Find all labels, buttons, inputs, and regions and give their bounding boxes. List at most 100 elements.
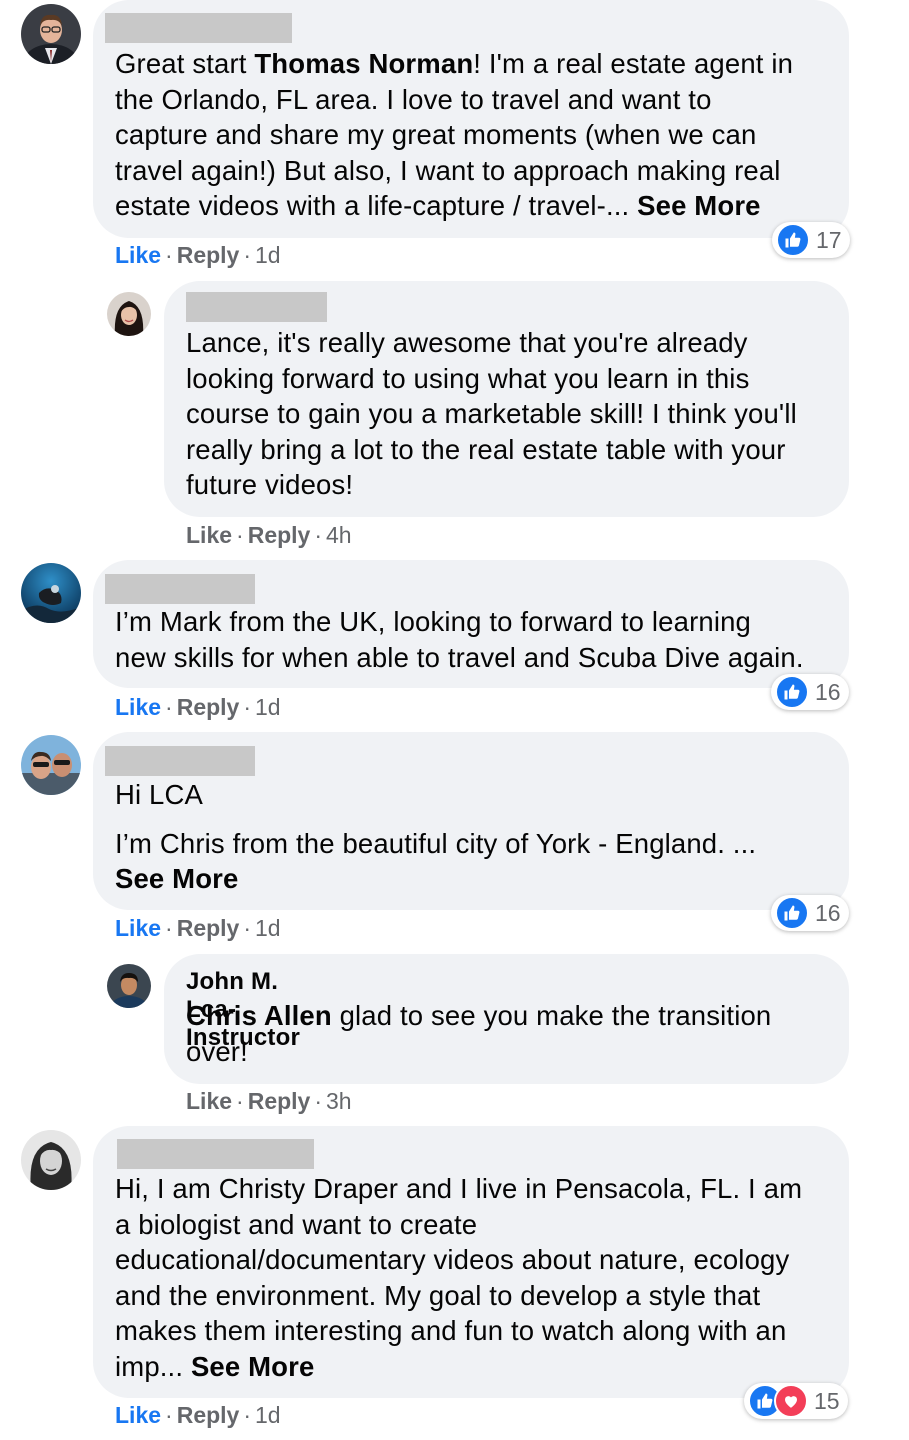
like-button[interactable]: Like [115,694,161,720]
mentioned-name[interactable]: Chris Allen [186,1000,332,1031]
thumbs-up-icon [775,896,809,930]
text-run: Great start [115,48,255,79]
avatar[interactable] [21,735,81,795]
comment-text-line: really bring a lot to the real estate ta… [186,432,797,468]
couple-selfie-photo-icon [21,735,81,795]
comment-text-line: Lance, it's really awesome that you're a… [186,325,797,361]
text-run: imp... [115,1350,191,1382]
comment-text-line: future videos! [186,467,797,503]
reply-button[interactable]: Reply [248,1088,311,1114]
comment-actions: Like · Reply · 4h [186,522,352,549]
timestamp[interactable]: 3h [326,1088,352,1114]
text-run: glad to see you make the transition [331,1000,772,1031]
text-run: I’m Mark from the UK, looking to forward… [115,606,751,637]
thumbs-up-icon [776,223,810,257]
separator: · [243,242,252,268]
comment-text-line: the Orlando, FL area. I love to travel a… [115,82,793,118]
avatar[interactable] [107,964,151,1008]
text-run: a biologist and want to create [115,1208,478,1240]
timestamp[interactable]: 1d [255,694,281,720]
reply-button[interactable]: Reply [248,522,311,548]
comment-actions: Like · Reply · 1d [115,915,281,942]
comment-text-line: looking forward to using what you learn … [186,361,797,397]
comment-text-line: I’m Mark from the UK, looking to forward… [115,604,804,640]
avatar[interactable] [21,4,81,64]
timestamp[interactable]: 1d [255,242,281,268]
comment-text-line: over! [186,1034,771,1070]
reaction-count: 16 [815,678,841,705]
comment-text-line: See More [115,861,756,897]
man-in-suit-photo-icon [21,4,81,64]
see-more-link[interactable]: See More [191,1351,314,1382]
redacted-author-name [186,292,327,322]
comment-text-line: capture and share my great moments (when… [115,117,793,153]
mentioned-name[interactable]: Thomas Norman [254,48,473,79]
text-run: capture and share my great moments (when… [115,119,757,150]
comment-actions: Like · Reply · 1d [115,1402,281,1429]
text-run: Hi, I am Christy Draper and I live in Pe… [115,1173,803,1204]
text-run: over! [186,1035,248,1067]
timestamp[interactable]: 1d [255,1402,281,1428]
separator: · [243,1402,252,1428]
text-run: I’m Chris from the beautiful city of Yor… [115,827,757,859]
reply-button[interactable]: Reply [177,242,240,268]
like-button[interactable]: Like [186,522,232,548]
comment-text: I’m Mark from the UK, looking to forward… [115,604,804,675]
like-button[interactable]: Like [115,1402,161,1428]
timestamp[interactable]: 1d [255,915,281,941]
separator: · [165,242,173,268]
text-run: the Orlando, FL area. I love to travel a… [115,83,712,115]
comment-text: Great start Thomas Norman! I'm a real es… [115,46,793,224]
comment-text-line: Hi LCA [115,777,756,813]
thumbs-up-icon [775,675,809,709]
reply-button[interactable]: Reply [177,694,240,720]
separator: · [165,915,173,941]
reaction-count: 16 [815,899,841,926]
comment-text-line: course to gain you a marketable skill! I… [186,396,797,432]
comment-text-line: travel again!) But also, I want to appro… [115,153,793,189]
like-button[interactable]: Like [115,915,161,941]
reaction-count: 17 [816,226,842,253]
avatar[interactable] [21,563,81,623]
comment-actions: Like · Reply · 3h [186,1088,352,1115]
reaction-summary[interactable]: 17 [772,222,850,258]
comment-text-line: Hi, I am Christy Draper and I live in Pe… [115,1171,802,1207]
redacted-author-name [105,574,255,604]
see-more-link[interactable]: See More [115,863,238,894]
comment-text: Hi, I am Christy Draper and I live in Pe… [115,1171,802,1384]
redacted-author-name [117,1139,314,1169]
text-run: educational/documentary videos about nat… [115,1244,790,1275]
text-run: new skills for when able to travel and S… [115,641,804,673]
text-run: and the environment. My goal to develop … [115,1279,761,1311]
see-more-link[interactable]: See More [637,190,760,221]
reply-button[interactable]: Reply [177,1402,240,1428]
heart-icon [774,1384,808,1418]
comment-text-line: and the environment. My goal to develop … [115,1278,802,1314]
reply-button[interactable]: Reply [177,915,240,941]
avatar[interactable] [21,1130,81,1190]
comment-text-line: imp... See More [115,1349,802,1385]
text-run: Lance, it's really awesome that you're a… [186,327,748,358]
timestamp[interactable]: 4h [326,522,352,548]
comment-text-line: educational/documentary videos about nat… [115,1242,802,1278]
text-run: makes them interesting and fun to watch … [115,1315,787,1346]
like-button[interactable]: Like [115,242,161,268]
text-run: Hi LCA [115,779,204,810]
reaction-summary[interactable]: 15 [744,1383,848,1419]
text-run: looking forward to using what you learn … [186,362,750,394]
comment-text: Lance, it's really awesome that you're a… [186,325,797,503]
comment-text: Hi LCA I’m Chris from the beautiful city … [115,777,756,897]
reaction-summary[interactable]: 16 [771,674,849,710]
separator: · [236,522,244,548]
redacted-author-name [105,13,292,43]
avatar[interactable] [107,292,151,336]
separator: · [314,1088,323,1114]
comment-text-line: Great start Thomas Norman! I'm a real es… [115,46,793,82]
reaction-summary[interactable]: 16 [771,895,849,931]
comment-actions: Like · Reply · 1d [115,242,281,269]
like-button[interactable]: Like [186,1088,232,1114]
separator: · [236,1088,244,1114]
comment-actions: Like · Reply · 1d [115,694,281,721]
separator: · [314,522,323,548]
comment-text-line: a biologist and want to create [115,1207,802,1243]
